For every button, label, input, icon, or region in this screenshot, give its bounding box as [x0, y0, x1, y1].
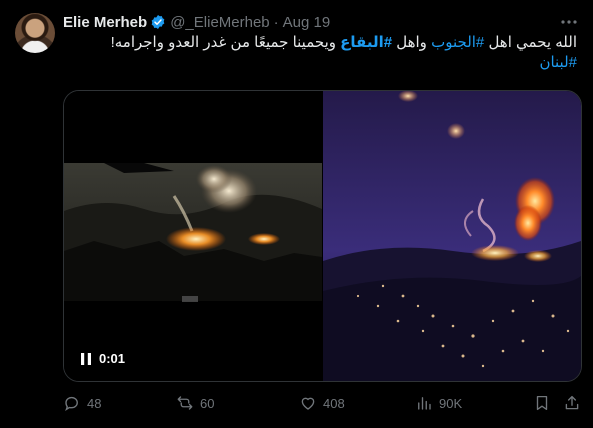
- reply-icon: [65, 396, 78, 411]
- repost-icon: [177, 396, 193, 410]
- header-separator: ·: [273, 13, 279, 31]
- video-elapsed-time: 0:01: [99, 351, 126, 366]
- video-frame-left[interactable]: 0:01: [64, 91, 322, 381]
- share-icon: [565, 395, 579, 410]
- hashtag-link[interactable]: #البقاع: [340, 34, 392, 51]
- tweet-text-line-1: الله يحمي اهل #الجنوب واهل #البقاع ويحمي…: [67, 33, 577, 53]
- views-button[interactable]: 90K: [415, 394, 462, 412]
- video-controls: 0:01: [81, 351, 125, 366]
- repost-count: 60: [200, 395, 215, 411]
- tweet-text-segment: ويحمينا جميعًا من غدر العدو واجرامه!: [110, 34, 341, 51]
- reply-count: 48: [87, 395, 102, 411]
- tweet-text-segment: واهل: [392, 34, 432, 51]
- video-frame-right[interactable]: [323, 91, 581, 381]
- avatar[interactable]: [15, 13, 55, 53]
- author-handle[interactable]: @_ElieMerheb: [170, 14, 269, 31]
- view-count: 90K: [439, 395, 463, 411]
- video-frame-image: [64, 163, 322, 302]
- repost-button[interactable]: 60: [176, 394, 214, 412]
- bookmark-icon: [536, 395, 548, 411]
- like-button[interactable]: 408: [299, 394, 345, 412]
- video-frame-image: [323, 91, 581, 381]
- heart-icon: [301, 397, 315, 410]
- tweet-header: Elie Merheb @_ElieMerheb · Aug 19: [63, 12, 330, 32]
- tweet-date[interactable]: Aug 19: [283, 14, 331, 31]
- views-chart-icon: [418, 397, 431, 410]
- tweet-text: الله يحمي اهل #الجنوب واهل #البقاع ويحمي…: [67, 33, 577, 73]
- share-button[interactable]: [563, 394, 587, 412]
- like-count: 408: [323, 395, 345, 411]
- hashtag-link[interactable]: #لبنان: [539, 54, 577, 71]
- media-container[interactable]: 0:01: [63, 90, 582, 382]
- verified-badge-icon: [151, 15, 165, 29]
- tweet-actions: 48 60 408 90K: [63, 394, 583, 414]
- more-options-icon[interactable]: [559, 12, 579, 32]
- tweet-text-segment: الله يحمي اهل: [484, 34, 577, 51]
- tweet-text-line-2: #لبنان: [67, 53, 577, 73]
- pause-icon[interactable]: [81, 352, 91, 365]
- hashtag-link[interactable]: #الجنوب: [431, 34, 484, 51]
- author-name[interactable]: Elie Merheb: [63, 14, 147, 31]
- reply-button[interactable]: 48: [63, 394, 101, 412]
- bookmark-button[interactable]: [533, 394, 557, 412]
